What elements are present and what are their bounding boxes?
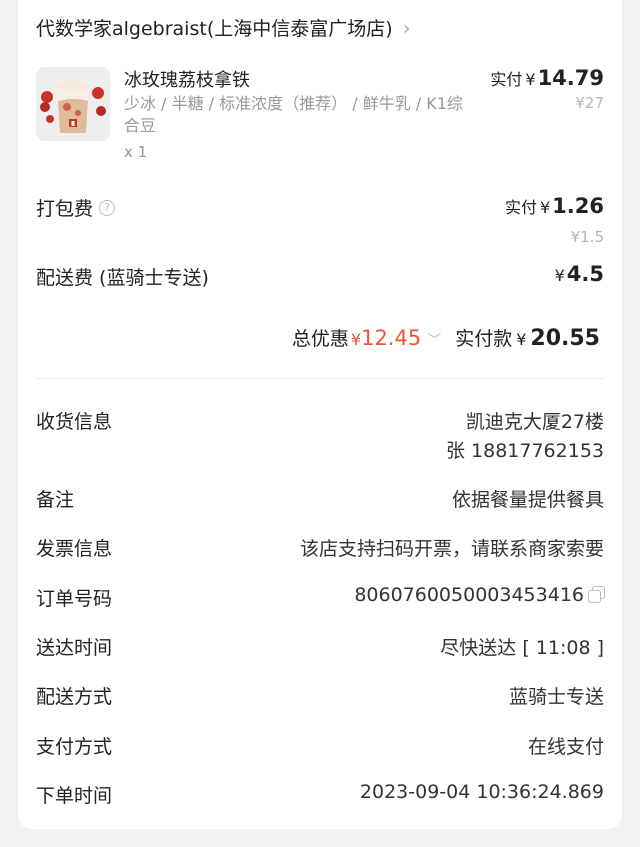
note-value: 依据餐量提供餐具: [451, 489, 604, 511]
discount-currency: ¥: [350, 330, 362, 349]
delivery-fee-label: 配送费 (蓝骑士专送): [36, 267, 209, 289]
packing-fee-paid: 实付 ¥ 1.26: [505, 194, 604, 218]
product-thumbnail[interactable]: [36, 67, 110, 141]
delivery-fee-currency: ¥: [554, 266, 565, 285]
packing-paid-label: 实付: [504, 198, 537, 217]
order-number-value: 8060760050003453416: [354, 584, 584, 606]
pay-amount: 20.55: [530, 326, 600, 351]
note-label: 备注: [36, 489, 75, 511]
address-line1: 凯迪克大厦27楼: [465, 411, 604, 433]
discount-amount[interactable]: ¥12.45: [351, 326, 421, 350]
discount-label: 总优惠: [291, 328, 349, 350]
address-label: 收货信息: [36, 411, 113, 433]
payment-method-label: 支付方式: [36, 736, 113, 758]
order-total-summary: 总优惠 ¥12.45 ﹀ 实付款 ¥20.55: [292, 324, 600, 351]
product-paid-currency: ¥: [525, 70, 536, 89]
product-paid-price: 实付 ¥ 14.79: [490, 66, 604, 90]
product-name: 冰玫瑰荔枝拿铁: [124, 70, 250, 91]
address-line2: 张 18817762153: [445, 440, 604, 462]
packing-paid-value: 1.26: [552, 194, 604, 218]
shop-link[interactable]: 代数学家algebraist(上海中信泰富广场店) ›: [36, 14, 411, 41]
help-icon[interactable]: ?: [99, 199, 116, 216]
chevron-right-icon: ›: [402, 15, 411, 40]
pay-currency: ¥: [516, 330, 527, 349]
delivery-method-value: 蓝骑士专送: [508, 686, 604, 708]
product-original-price: ¥27: [575, 94, 604, 112]
copy-icon[interactable]: [588, 586, 605, 603]
product-paid-label: 实付: [490, 70, 523, 89]
latte-cup-image: [36, 67, 110, 141]
delivery-fee-value: ¥ 4.5: [552, 262, 604, 286]
delivery-fee-amount: 4.5: [566, 262, 604, 286]
arrival-time-value: 尽快送达 [ 11:08 ]: [440, 637, 604, 659]
order-number: 8060760050003453416: [354, 584, 605, 606]
packing-paid-currency: ¥: [539, 198, 551, 217]
shop-name: 代数学家algebraist(上海中信泰富广场店): [36, 18, 393, 40]
order-number-label: 订单号码: [36, 588, 113, 610]
order-time-value: 2023-09-04 10:36:24.869: [359, 781, 604, 803]
product-quantity: x 1: [124, 143, 148, 161]
discount-value: 12.45: [361, 326, 422, 350]
packing-fee-original: ¥1.5: [570, 228, 604, 246]
product-spec: 少冰 / 半糖 / 标准浓度（推荐） / 鲜牛乳 / K1综合豆: [124, 94, 463, 135]
packing-fee-text: 打包费: [36, 198, 94, 220]
order-time-label: 下单时间: [36, 785, 113, 807]
order-detail-card: 代数学家algebraist(上海中信泰富广场店) › 冰玫瑰荔枝拿铁 少冰 /…: [18, 0, 622, 829]
packing-fee-label: 打包费 ?: [36, 194, 116, 221]
chevron-down-icon[interactable]: ﹀: [427, 330, 441, 350]
invoice-value: 该店支持扫码开票，请联系商家索要: [299, 538, 604, 560]
invoice-label: 发票信息: [36, 538, 113, 560]
section-divider: [36, 378, 604, 379]
delivery-method-label: 配送方式: [36, 686, 113, 708]
payment-method-value: 在线支付: [527, 736, 604, 758]
product-paid-value: 14.79: [537, 66, 604, 90]
arrival-time-label: 送达时间: [36, 637, 113, 659]
pay-label: 实付款: [455, 328, 513, 350]
